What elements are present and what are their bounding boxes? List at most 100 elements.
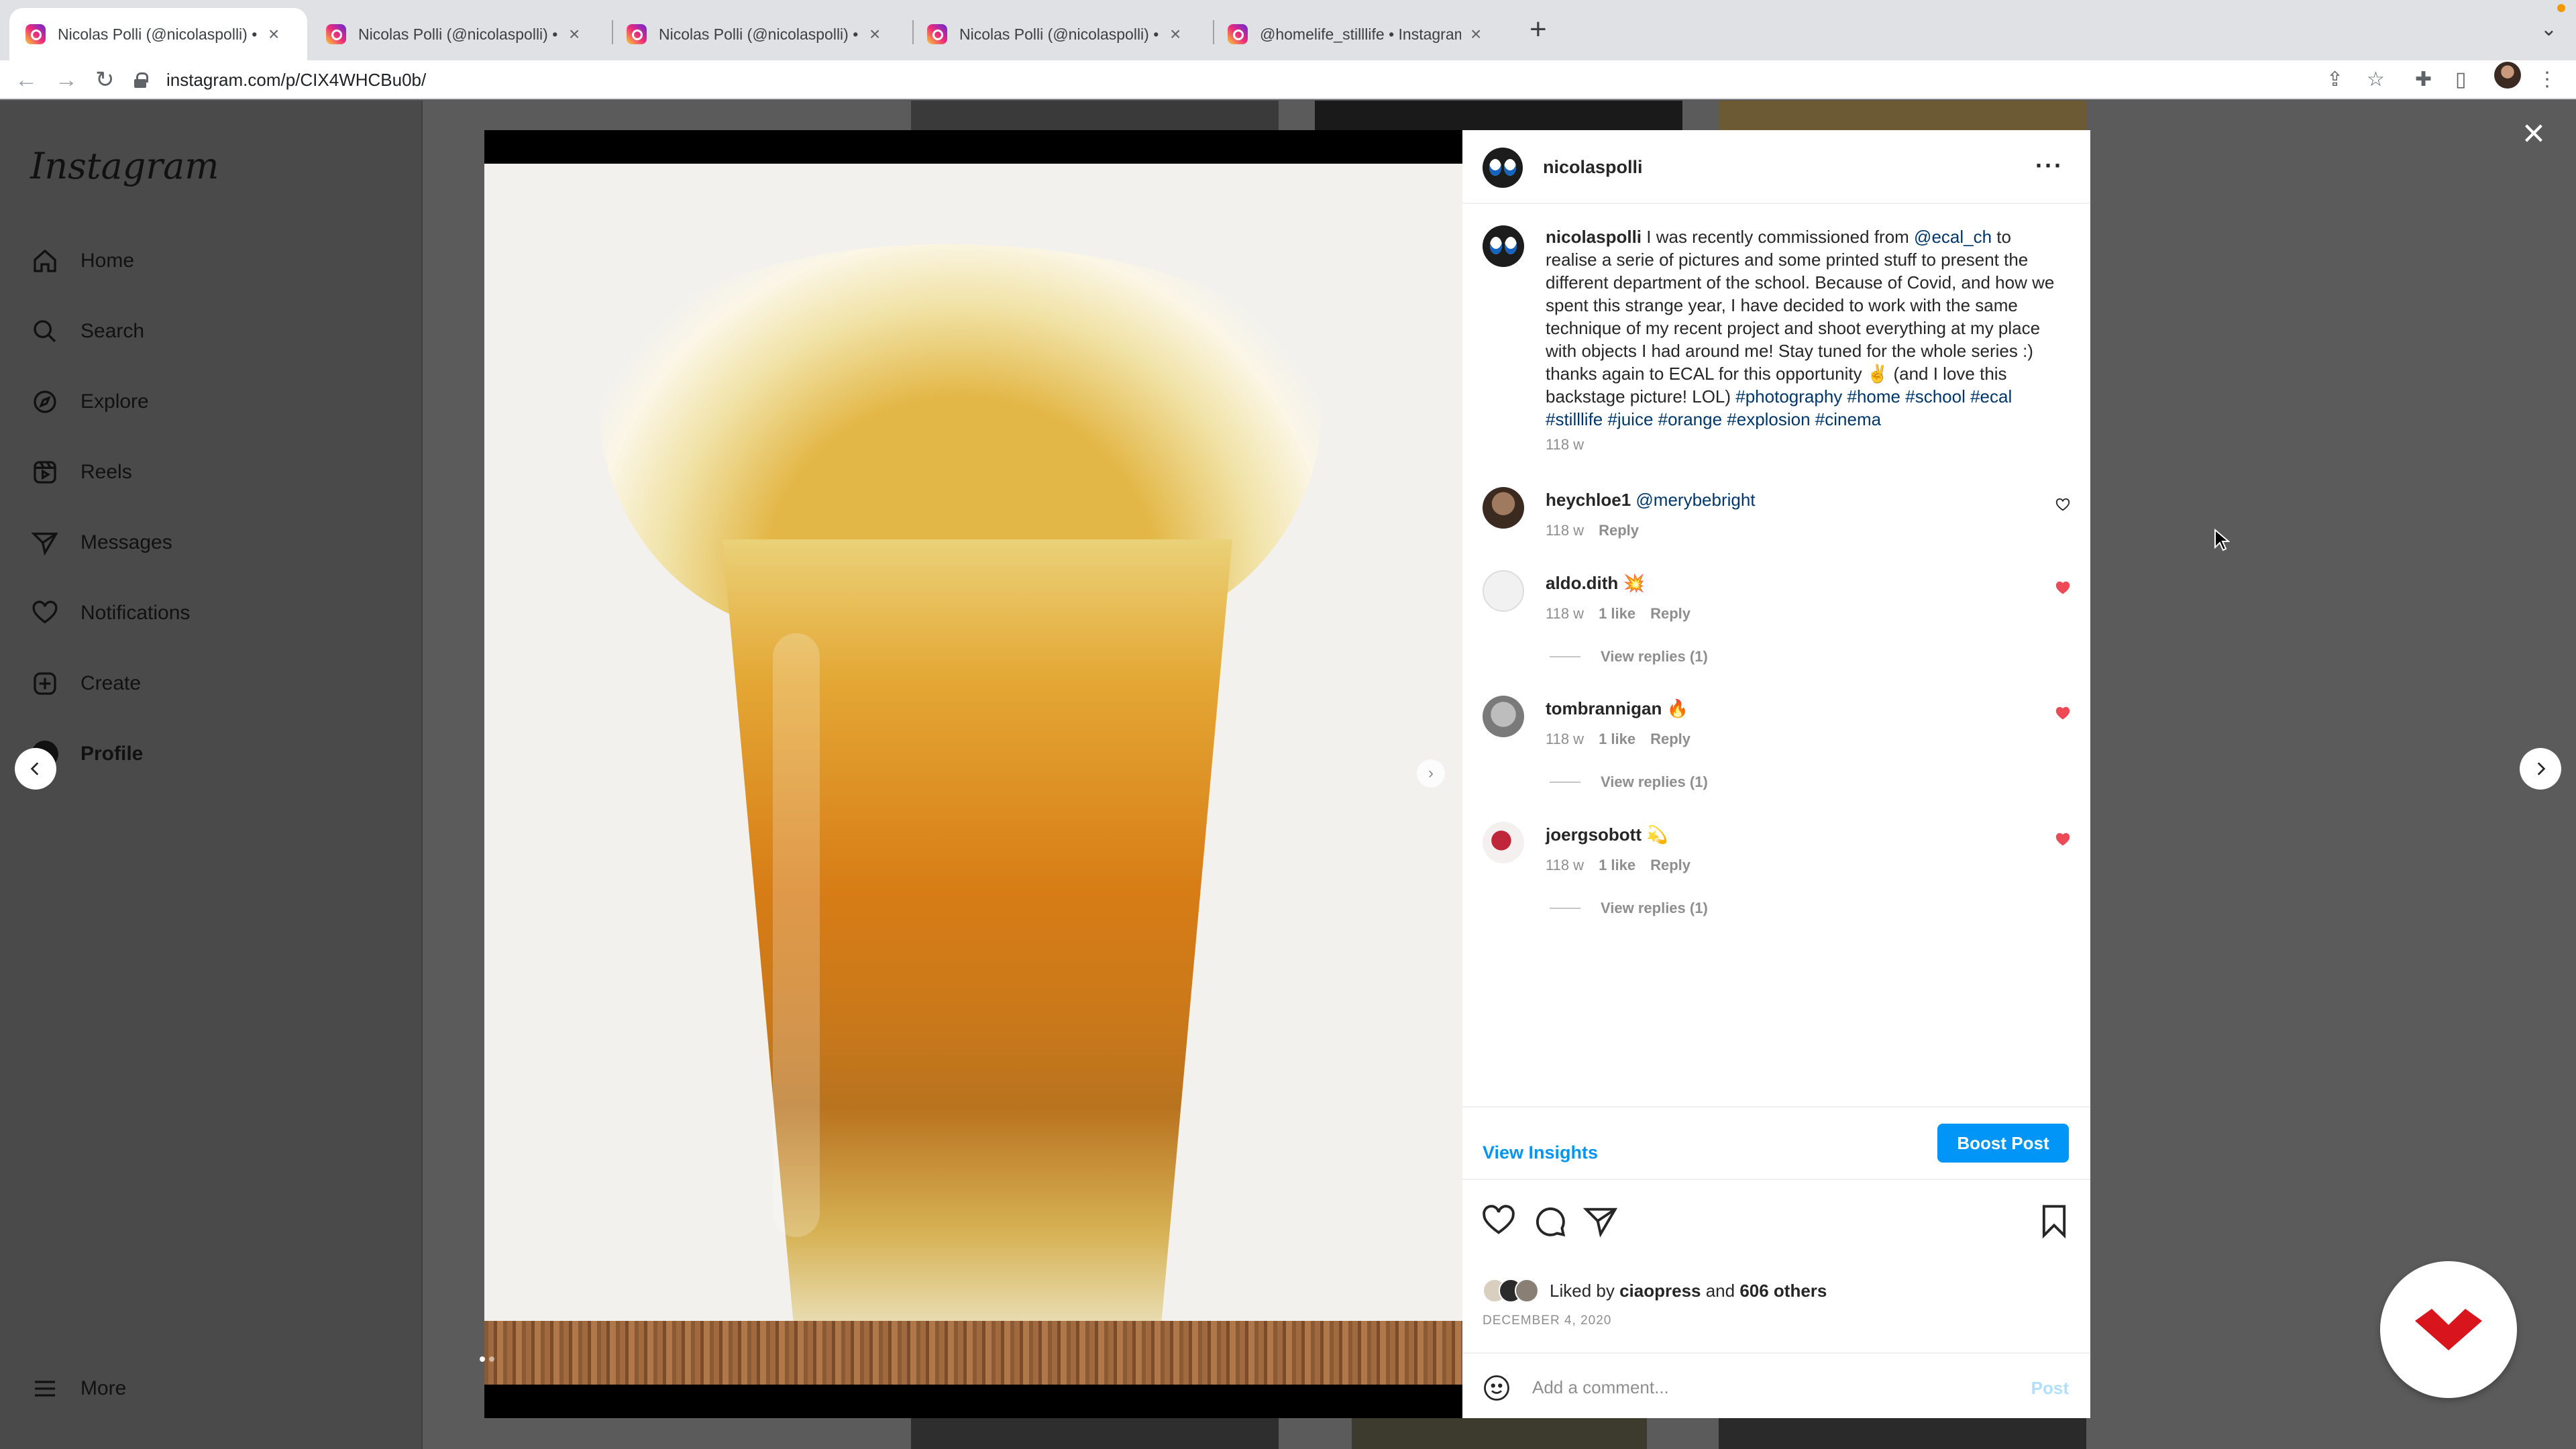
share-icon[interactable]: ⇪ [2326,67,2343,93]
avatar[interactable] [1483,225,1524,267]
view-replies-button[interactable]: View replies (1) [1550,900,1708,917]
browser-profile-avatar[interactable] [2494,62,2521,89]
bookmark-star-icon[interactable]: ☆ [2367,67,2385,93]
comment-reply-button[interactable]: Reply [1650,731,1690,748]
tab-title: Nicolas Polli (@nicolaspolli) • I [659,25,860,43]
caption-text: to realise a serie of pictures and some … [1546,227,2055,407]
caption-timestamp[interactable]: 118 w [1546,436,1584,453]
instagram-favicon-icon [927,24,947,44]
liked-by-text: Liked by ciaopress and 606 others [1550,1281,1827,1301]
post-date[interactable]: DECEMBER 4, 2020 [1483,1313,1611,1328]
sidebar-item-messages[interactable]: Messages [30,523,172,563]
browser-menu-icon[interactable]: ⋮ [2537,67,2557,93]
comment-time[interactable]: 118 w [1546,731,1584,748]
previous-post-button[interactable] [15,748,56,790]
sidebar-item-create[interactable]: Create [30,663,141,704]
liked-by-prefix: Liked by [1550,1280,1620,1301]
emoji-icon[interactable] [1483,1374,1511,1402]
tab-title: Nicolas Polli (@nicolaspolli) • I [959,25,1161,43]
comment-likes[interactable]: 1 like [1599,731,1635,748]
comment-time[interactable]: 118 w [1546,857,1584,874]
avatar [1515,1279,1539,1303]
close-tab-icon[interactable]: × [869,25,880,44]
liked-by-others-link[interactable]: 606 others [1739,1281,1827,1301]
recording-app-badge[interactable] [2380,1261,2517,1398]
avatar[interactable] [1483,570,1524,612]
close-modal-icon[interactable]: × [2522,114,2545,153]
sidebar-item-home[interactable]: Home [30,241,134,281]
like-heart-icon[interactable] [1481,1203,1516,1238]
sidebar-item-more[interactable]: More [30,1368,126,1409]
heart-icon [30,598,60,629]
browser-tab[interactable]: Nicolas Polli (@nicolaspolli) • I × [9,8,307,60]
tab-title: Nicolas Polli (@nicolaspolli) • I [358,25,559,43]
browser-tab[interactable]: Nicolas Polli (@nicolaspolli) • I × [310,8,608,60]
avatar[interactable] [1483,487,1524,529]
sidebar-item-notifications[interactable]: Notifications [30,593,190,633]
more-options-icon[interactable]: ··· [2035,152,2063,180]
comment-reply-button[interactable]: Reply [1599,522,1639,539]
avatar[interactable] [1483,148,1523,188]
view-replies-button[interactable]: View replies (1) [1550,648,1708,665]
save-bookmark-icon[interactable] [2037,1203,2072,1238]
comment-text[interactable]: @merybebright [1635,490,1755,510]
insights-row: View Insights Boost Post [1462,1106,2090,1180]
comment-text: 💫 [1646,824,1668,845]
caption-text: I was recently commissioned from [1642,227,1915,247]
post-author-username[interactable]: nicolaspolli [1543,157,1643,178]
comment-icon[interactable] [1532,1203,1567,1238]
reload-icon[interactable]: ↻ [95,66,115,94]
comment-time[interactable]: 118 w [1546,522,1584,539]
sidebar-item-reels[interactable]: Reels [30,452,132,492]
back-icon[interactable]: ← [15,66,38,94]
close-tab-icon[interactable]: × [1170,25,1181,44]
comment-username[interactable]: heychloe1 [1546,490,1631,510]
share-icon[interactable] [1583,1203,1618,1238]
comment-username[interactable]: tombrannigan [1546,698,1662,718]
tab-search-chevron-icon[interactable]: ⌄ [2540,17,2557,41]
liked-by-user-link[interactable]: ciaopress [1619,1281,1701,1301]
caption-username[interactable]: nicolaspolli [1546,227,1642,247]
comment-likes[interactable]: 1 like [1599,857,1635,874]
like-comment-heart-icon[interactable] [2055,498,2070,513]
avatar[interactable] [1483,696,1524,737]
forward-icon[interactable]: → [55,66,78,94]
sidebar-item-explore[interactable]: Explore [30,382,149,422]
comment-username[interactable]: aldo.dith [1546,573,1618,593]
comment-time[interactable]: 118 w [1546,605,1584,623]
liked-heart-icon[interactable] [2055,833,2070,847]
side-panel-icon[interactable]: ▯ [2455,67,2467,93]
close-tab-icon[interactable]: × [268,25,279,44]
new-tab-icon[interactable]: + [1529,15,1547,44]
carousel-next-button[interactable]: › [1417,759,1445,788]
url-text: instagram.com/p/CIX4WHCBu0b/ [166,69,427,90]
extensions-puzzle-icon[interactable]: ✚ [2415,67,2432,93]
comment-input[interactable] [1532,1368,1988,1406]
sidebar-item-label: Notifications [80,602,191,624]
view-insights-link[interactable]: View Insights [1483,1142,1598,1163]
comment-likes[interactable]: 1 like [1599,605,1635,623]
view-replies-button[interactable]: View replies (1) [1550,773,1708,791]
next-post-button[interactable] [2520,748,2561,790]
post-comment-button[interactable]: Post [2031,1378,2069,1399]
address-bar[interactable]: instagram.com/p/CIX4WHCBu0b/ [134,63,2334,97]
browser-tab[interactable]: Nicolas Polli (@nicolaspolli) • I × [911,8,1209,60]
background-grid-tile [1719,101,2086,130]
boost-post-button[interactable]: Boost Post [1937,1124,2069,1163]
instagram-logo[interactable]: Instagram [30,145,219,187]
comment-item: tombrannigan 🔥 118 w 1 like Reply View rep… [1462,696,2090,796]
caption-mention-link[interactable]: @ecal_ch [1914,227,1992,247]
liked-heart-icon[interactable] [2055,706,2070,721]
sidebar-item-search[interactable]: Search [30,311,144,352]
close-tab-icon[interactable]: × [569,25,580,44]
comment-username[interactable]: joergsobott [1546,824,1642,845]
browser-tab[interactable]: Nicolas Polli (@nicolaspolli) • I × [610,8,908,60]
comment-reply-button[interactable]: Reply [1650,857,1690,874]
browser-tab[interactable]: @homelife_stilllife • Instagram × [1212,8,1509,60]
comment-reply-button[interactable]: Reply [1650,605,1690,623]
liked-heart-icon[interactable] [2055,581,2070,596]
avatar[interactable] [1483,822,1524,863]
search-icon [30,316,60,347]
close-tab-icon[interactable]: × [1470,25,1481,44]
post-media: › [484,130,1462,1418]
